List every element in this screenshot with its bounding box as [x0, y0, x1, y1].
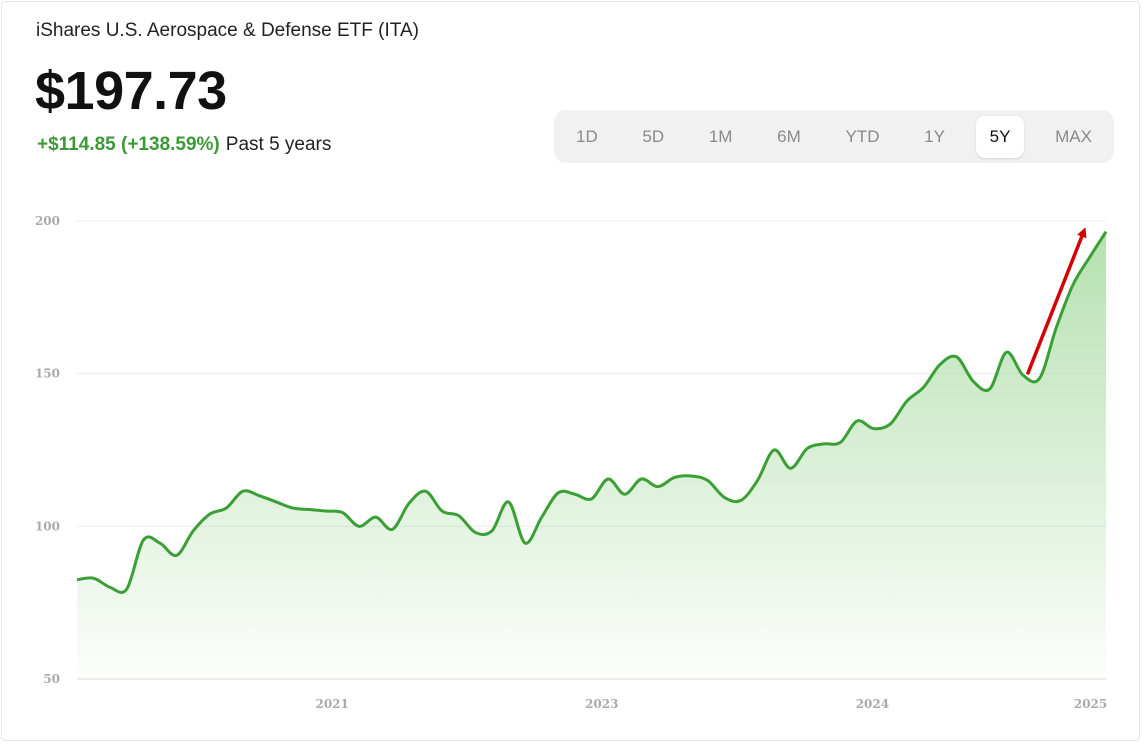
y-tick-label: 100	[35, 519, 60, 533]
y-tick-label: 200	[35, 214, 60, 228]
x-tick-label: 2021	[315, 697, 348, 711]
y-tick-label: 150	[35, 367, 60, 381]
x-tick-label: 2023	[585, 697, 618, 711]
x-tick-label: 2024	[856, 697, 889, 711]
x-tick-label: 2025	[1074, 697, 1107, 711]
price-chart: 200 150 100 50 2021 2023 2024 2025	[35, 214, 1107, 711]
y-tick-label: 50	[43, 672, 60, 686]
price-area-fill	[77, 231, 1106, 680]
